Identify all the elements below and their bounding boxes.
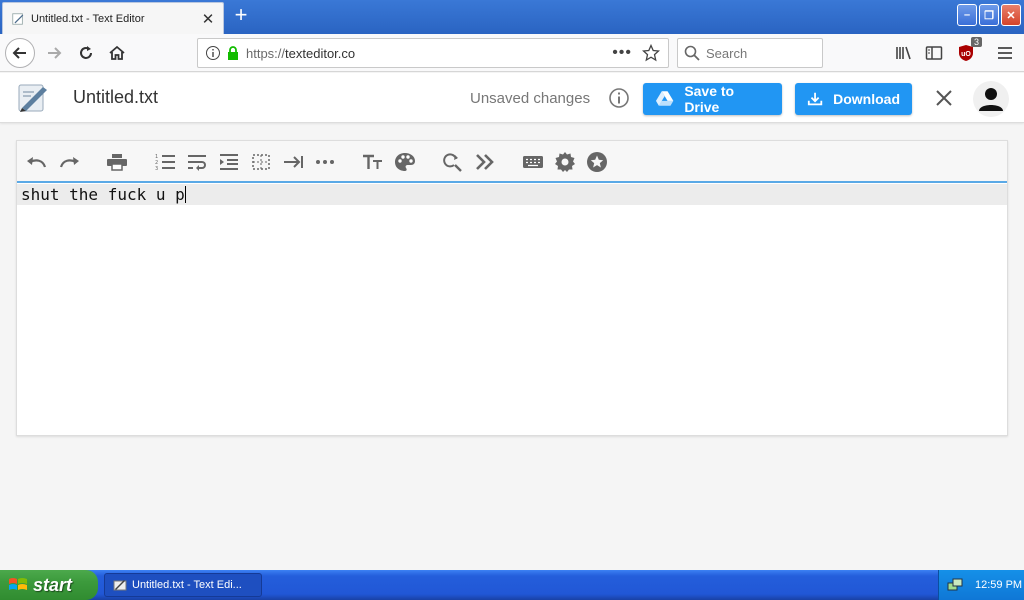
reload-icon[interactable]: [72, 39, 100, 67]
favorite-star-icon[interactable]: [585, 150, 609, 174]
palette-icon[interactable]: [393, 150, 417, 174]
user-icon: [979, 88, 1003, 111]
info-icon[interactable]: [608, 87, 630, 109]
text-editor-favicon-icon: [12, 12, 24, 25]
start-label: start: [33, 574, 73, 595]
ublock-icon[interactable]: uO 3: [952, 37, 982, 67]
word-wrap-icon[interactable]: [185, 150, 209, 174]
download-button[interactable]: Download: [795, 83, 912, 115]
text-editor-task-icon: [113, 580, 127, 591]
taskbar-item-browser[interactable]: Untitled.txt - Text Edi...: [104, 573, 262, 597]
save-to-drive-button[interactable]: Save to Drive: [643, 83, 782, 115]
system-tray: 12:59 PM: [938, 570, 1024, 600]
address-bar[interactable]: https://texteditor.co •••: [197, 38, 669, 68]
network-icon[interactable]: [947, 577, 963, 593]
search-input[interactable]: [706, 45, 816, 61]
text-caret: [184, 186, 186, 203]
google-drive-icon: [655, 91, 674, 106]
close-window-button[interactable]: ✕: [1001, 4, 1021, 26]
find-replace-icon[interactable]: [441, 150, 465, 174]
tab-title: Untitled.txt - Text Editor: [31, 12, 145, 25]
forward-icon[interactable]: [40, 39, 68, 67]
more-icon[interactable]: [313, 150, 337, 174]
new-tab-icon[interactable]: +: [229, 4, 253, 28]
minimize-button[interactable]: –: [957, 4, 977, 26]
url-text[interactable]: https://texteditor.co: [246, 46, 612, 61]
menu-icon[interactable]: [991, 39, 1019, 67]
windows-logo-icon: [9, 578, 27, 590]
redo-icon[interactable]: [57, 150, 81, 174]
save-to-drive-label: Save to Drive: [684, 83, 735, 115]
ublock-badge: 3: [970, 37, 982, 47]
settings-gear-icon[interactable]: [553, 150, 577, 174]
editor-panel: 123 shut the fuck u p: [16, 140, 1008, 436]
app-header: Untitled.txt Unsaved changes Save to Dri…: [0, 73, 1024, 123]
select-all-icon[interactable]: [249, 150, 273, 174]
line-numbers-icon[interactable]: 123: [153, 150, 177, 174]
close-icon[interactable]: [935, 89, 953, 107]
library-icon[interactable]: [890, 39, 918, 67]
print-icon[interactable]: [105, 150, 129, 174]
browser-tab[interactable]: Untitled.txt - Text Editor ✕: [2, 2, 224, 34]
taskbar: start Untitled.txt - Text Edi... 12:59 P…: [0, 570, 1024, 600]
avatar[interactable]: [973, 81, 1009, 117]
home-icon[interactable]: [103, 39, 131, 67]
go-to-line-icon[interactable]: [473, 150, 497, 174]
navigation-bar: https://texteditor.co ••• uO 3: [0, 34, 1024, 72]
clock: 12:59 PM: [975, 579, 1023, 591]
info-icon[interactable]: [205, 45, 221, 61]
save-status-text: Unsaved changes: [470, 90, 591, 107]
lock-icon: [228, 46, 238, 60]
download-icon: [807, 92, 823, 106]
app-logo-icon: [18, 84, 47, 112]
editor-line-1: shut the fuck u p: [21, 185, 185, 204]
bookmark-star-icon[interactable]: [642, 44, 660, 62]
start-button[interactable]: start: [0, 570, 98, 600]
page-actions-icon[interactable]: •••: [612, 44, 632, 62]
keyboard-icon[interactable]: [521, 150, 545, 174]
tab-strip: Untitled.txt - Text Editor ✕ + – ❐ ✕: [0, 0, 1024, 34]
tab-insert-icon[interactable]: [281, 150, 305, 174]
svg-text:3: 3: [155, 166, 158, 171]
document-title[interactable]: Untitled.txt: [73, 87, 158, 108]
search-icon: [684, 45, 700, 61]
editor-text-area[interactable]: shut the fuck u p: [17, 184, 1007, 205]
tab-close-icon[interactable]: ✕: [197, 8, 219, 30]
undo-icon[interactable]: [25, 150, 49, 174]
sidebar-icon[interactable]: [920, 39, 948, 67]
search-box[interactable]: [677, 38, 823, 68]
window-controls: – ❐ ✕: [957, 4, 1021, 26]
svg-text:uO: uO: [961, 51, 971, 58]
editor-toolbar: 123: [17, 141, 1007, 183]
restore-button[interactable]: ❐: [979, 4, 999, 26]
back-icon[interactable]: [5, 38, 35, 68]
taskbar-item-label: Untitled.txt - Text Edi...: [132, 579, 242, 591]
indent-icon[interactable]: [217, 150, 241, 174]
font-size-icon[interactable]: [361, 150, 385, 174]
download-label: Download: [833, 91, 900, 107]
